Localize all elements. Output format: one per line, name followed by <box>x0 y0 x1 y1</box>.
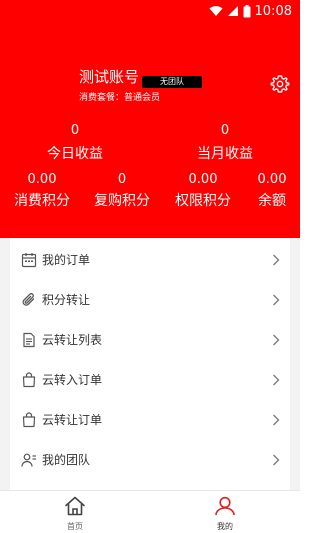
menu-list: 我的订单 积分转让 云转让列表 云转入订单 云转让订单 我的团队 <box>10 238 290 490</box>
today-earnings-label: 今日收益 <box>47 146 103 162</box>
consume-points-label: 消费积分 <box>14 193 70 209</box>
bottom-nav: 首页 我的 <box>0 490 300 533</box>
chevron-right-icon <box>273 454 280 466</box>
nav-label-home: 首页 <box>67 522 83 531</box>
menu-item-label: 云转让订单 <box>42 413 103 427</box>
menu-item-cloud-transfer-in-orders[interactable]: 云转入订单 <box>10 360 290 400</box>
shopping-bag-icon <box>22 372 36 388</box>
menu-item-cloud-transfer-orders[interactable]: 云转让订单 <box>10 400 290 440</box>
wifi-icon <box>209 6 223 16</box>
balance-label: 余额 <box>258 193 286 209</box>
menu-item-label: 云转入订单 <box>42 373 103 387</box>
chevron-right-icon <box>273 414 280 426</box>
month-earnings-label: 当月收益 <box>197 146 253 162</box>
balance-value: 0.00 <box>257 172 287 187</box>
consume-points-value: 0.00 <box>27 172 57 187</box>
menu-item-cloud-transfer-list[interactable]: 云转让列表 <box>10 320 290 360</box>
paperclip-icon <box>22 293 35 306</box>
signal-icon <box>227 6 238 16</box>
today-earnings-value: 0 <box>70 123 80 138</box>
status-time: 10:08 <box>254 3 292 19</box>
calendar-icon <box>21 253 37 268</box>
team-badge: 无团队 <box>142 76 202 88</box>
shopping-bag-icon <box>22 412 36 428</box>
menu-item-points-transfer[interactable]: 积分转让 <box>10 280 290 320</box>
profile-header: 测试账号 无团队 消费套餐：普通会员 0 今日收益 0 当月收益 0.00 消费… <box>0 22 300 238</box>
menu-item-label: 积分转让 <box>42 293 91 307</box>
limit-points-label: 权限积分 <box>175 193 231 209</box>
chevron-right-icon <box>273 294 280 306</box>
limit-points-value: 0.00 <box>188 172 218 187</box>
package-label: 消费套餐：普通会员 <box>79 93 161 103</box>
side-strip <box>0 238 10 490</box>
chevron-right-icon <box>273 334 280 346</box>
home-icon <box>65 496 85 516</box>
nav-label-mine: 我的 <box>217 522 233 531</box>
chevron-right-icon <box>273 254 280 266</box>
month-earnings-value: 0 <box>220 123 230 138</box>
repurchase-points-value: 0 <box>117 172 127 187</box>
team-icon <box>21 453 36 467</box>
battery-icon <box>243 4 251 17</box>
nav-item-mine[interactable]: 我的 <box>150 491 300 533</box>
account-name: 测试账号 <box>79 68 140 86</box>
side-strip <box>290 238 300 490</box>
nav-item-home[interactable]: 首页 <box>0 491 150 533</box>
settings-icon[interactable] <box>270 74 290 94</box>
repurchase-points-label: 复购积分 <box>94 193 150 209</box>
menu-item-my-orders[interactable]: 我的订单 <box>10 240 290 280</box>
status-icons: 10:08 <box>209 3 292 19</box>
chevron-right-icon <box>273 374 280 386</box>
menu-item-label: 我的订单 <box>42 253 91 267</box>
user-icon <box>215 496 235 516</box>
menu-item-label: 云转让列表 <box>42 333 103 347</box>
menu-item-label: 我的团队 <box>42 453 91 467</box>
menu-item-my-team[interactable]: 我的团队 <box>10 440 290 480</box>
status-bar: 10:08 <box>0 0 300 22</box>
document-icon <box>23 332 35 348</box>
